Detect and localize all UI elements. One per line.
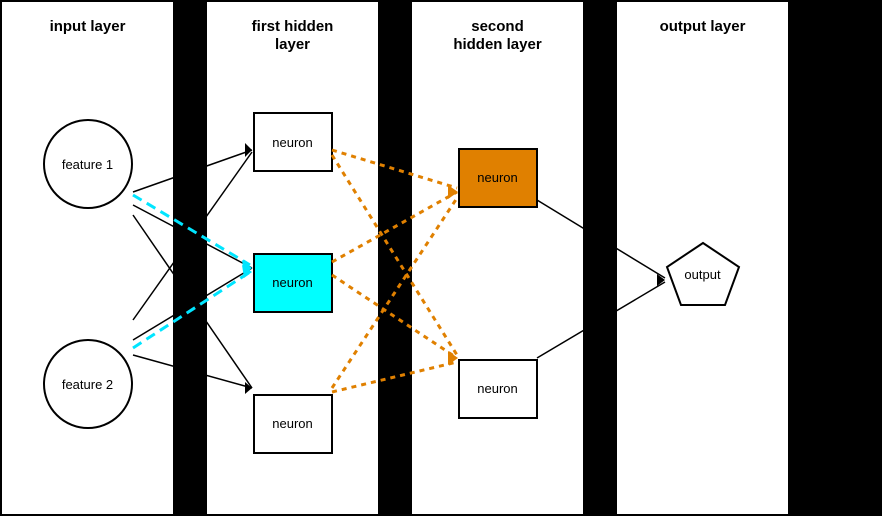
second-hidden-node-2-label: neuron bbox=[477, 381, 517, 396]
first-hidden-layer-title: first hiddenlayer bbox=[242, 12, 344, 54]
output-layer-title: output layer bbox=[650, 12, 756, 36]
first-hidden-node-1: neuron bbox=[253, 112, 333, 172]
neural-network-diagram: input layer feature 1 feature 2 first hi… bbox=[0, 0, 882, 516]
output-node-pentagon: output bbox=[663, 239, 743, 309]
input-layer-panel: input layer feature 1 feature 2 bbox=[0, 0, 175, 516]
output-layer-content: output bbox=[617, 44, 788, 504]
first-hidden-node-1-label: neuron bbox=[272, 135, 312, 150]
second-hidden-layer-title: secondhidden layer bbox=[443, 12, 551, 54]
input-node-2: feature 2 bbox=[43, 339, 133, 429]
first-hidden-node-2-cyan: neuron bbox=[253, 253, 333, 313]
gap-2 bbox=[380, 0, 410, 516]
output-node-label: output bbox=[684, 267, 720, 282]
first-hidden-layer-panel: first hiddenlayer neuron neuron neuron bbox=[205, 0, 380, 516]
second-hidden-node-2: neuron bbox=[458, 359, 538, 419]
second-hidden-node-1-label: neuron bbox=[477, 170, 517, 185]
output-layer-panel: output layer output bbox=[615, 0, 790, 516]
input-layer-title: input layer bbox=[40, 12, 136, 36]
input-node-2-label: feature 2 bbox=[62, 377, 113, 392]
input-layer-content: feature 1 feature 2 bbox=[2, 44, 173, 504]
first-hidden-node-2-label: neuron bbox=[272, 275, 312, 290]
first-hidden-layer-content: neuron neuron neuron bbox=[207, 62, 378, 504]
gap-1 bbox=[175, 0, 205, 516]
input-node-1: feature 1 bbox=[43, 119, 133, 209]
input-node-1-label: feature 1 bbox=[62, 157, 113, 172]
second-hidden-layer-content: neuron neuron bbox=[412, 62, 583, 504]
second-hidden-layer-panel: secondhidden layer neuron neuron bbox=[410, 0, 585, 516]
second-hidden-node-1-orange: neuron bbox=[458, 148, 538, 208]
first-hidden-node-3-label: neuron bbox=[272, 416, 312, 431]
gap-3 bbox=[585, 0, 615, 516]
first-hidden-node-3: neuron bbox=[253, 394, 333, 454]
